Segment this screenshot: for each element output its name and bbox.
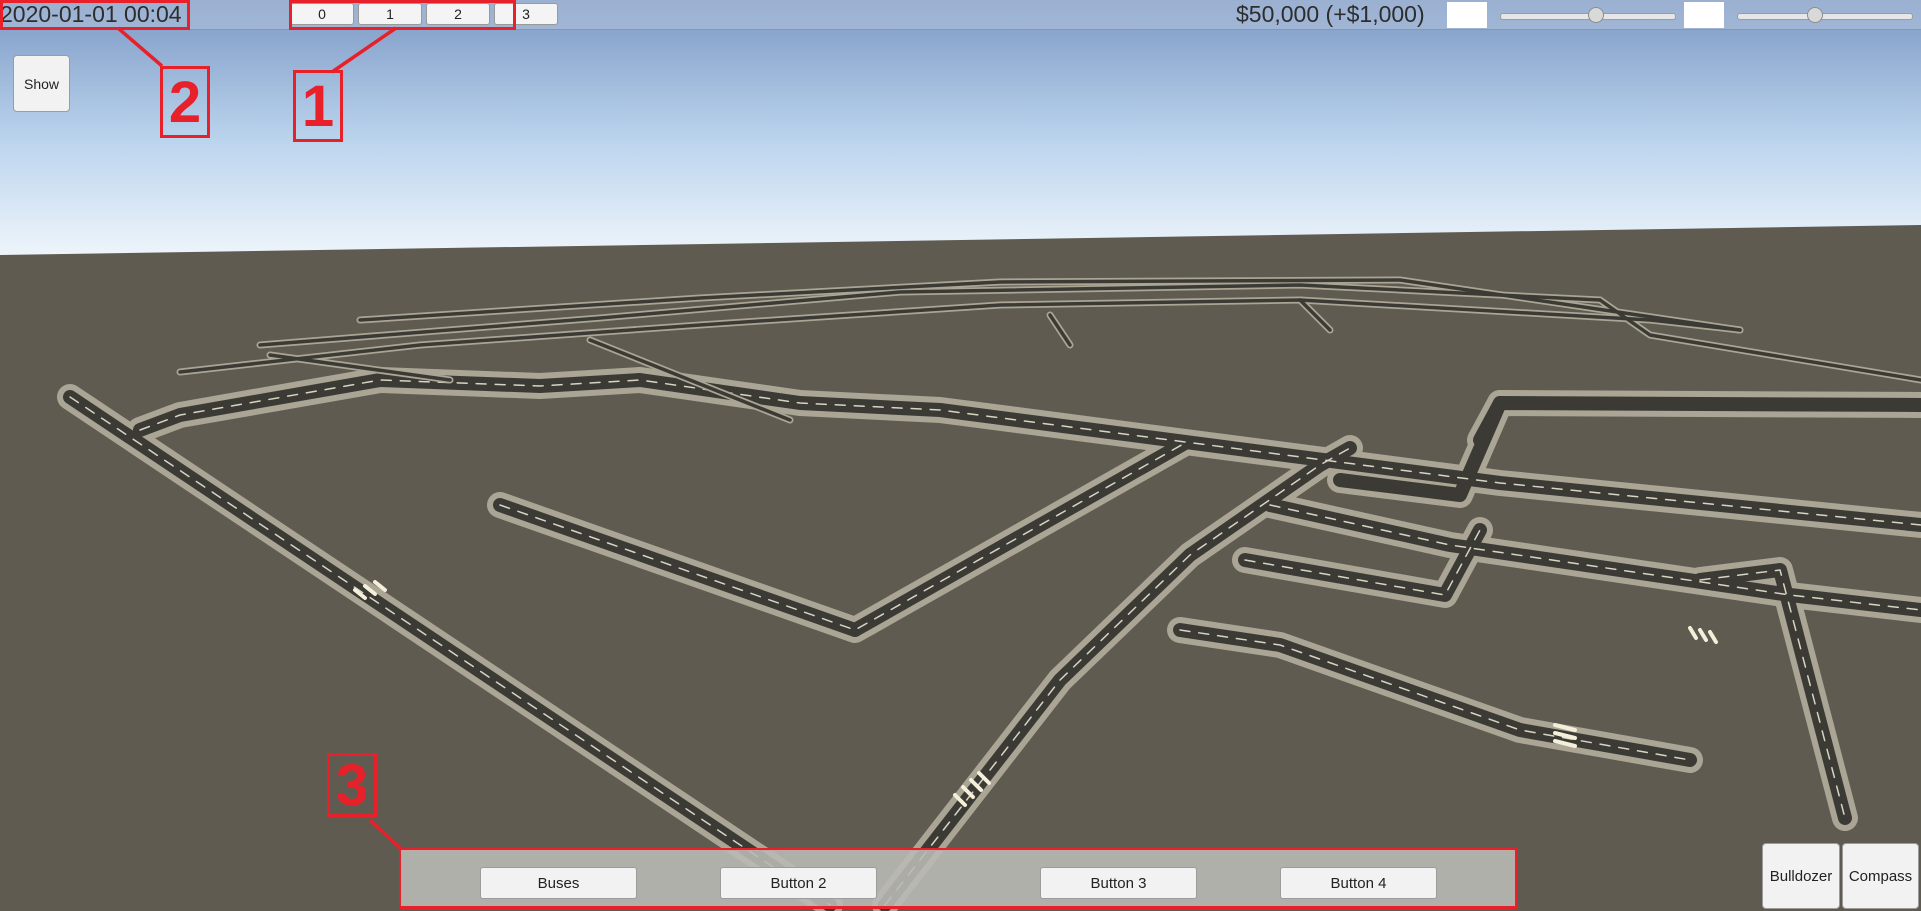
bottom-toolbar: Buses Button 2 Button 3 Button 4 bbox=[401, 850, 1515, 906]
compass-button[interactable]: Compass bbox=[1842, 843, 1919, 909]
annotation-leaders bbox=[116, 26, 404, 852]
bulldozer-button[interactable]: Bulldozer bbox=[1762, 843, 1840, 909]
button-2[interactable]: Button 2 bbox=[720, 867, 877, 899]
buses-button[interactable]: Buses bbox=[480, 867, 637, 899]
button-3[interactable]: Button 3 bbox=[1040, 867, 1197, 899]
annotation-label-3: 3 bbox=[327, 753, 377, 818]
annotation-label-1: 1 bbox=[293, 70, 343, 142]
annotation-label-2: 2 bbox=[160, 66, 210, 138]
button-4[interactable]: Button 4 bbox=[1280, 867, 1437, 899]
